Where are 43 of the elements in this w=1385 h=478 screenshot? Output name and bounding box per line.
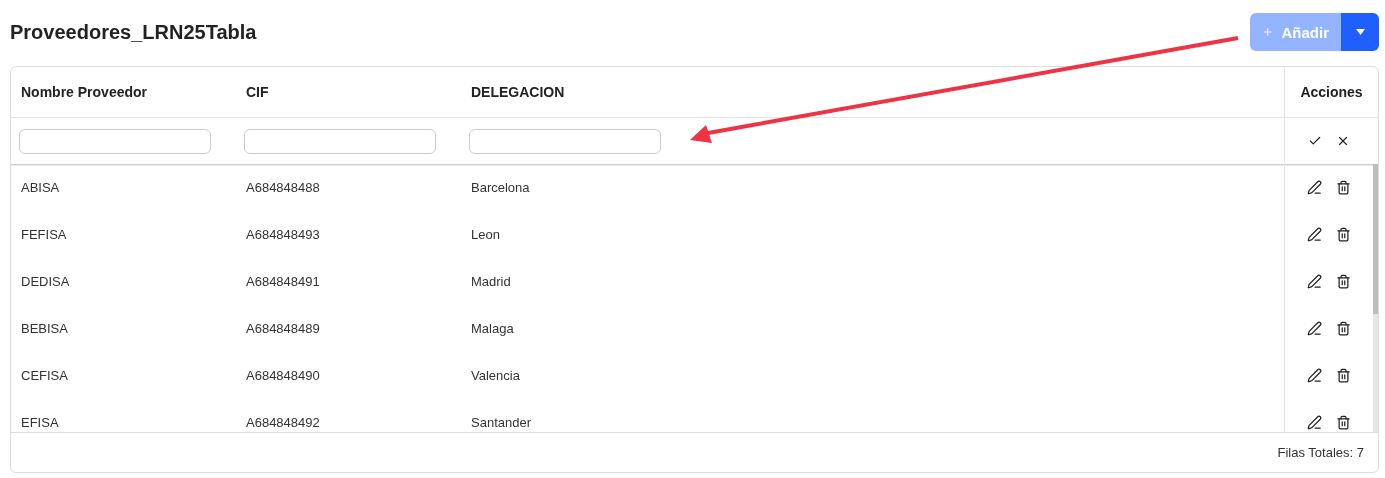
column-header: Nombre Proveedor xyxy=(21,84,148,100)
edit-icon[interactable] xyxy=(1306,415,1322,430)
table-cell: DEDISA xyxy=(21,274,70,289)
table-cell: Madrid xyxy=(471,274,511,289)
edit-icon[interactable] xyxy=(1306,321,1322,336)
edit-icon[interactable] xyxy=(1306,180,1322,195)
column-header: DELEGACION xyxy=(471,84,565,100)
table-cell: A684848490 xyxy=(246,368,320,383)
column-header: Acciones xyxy=(1300,84,1363,100)
table-cell: Malaga xyxy=(471,321,514,336)
table-cell: BEBISA xyxy=(21,321,68,336)
table-cell: A684848491 xyxy=(246,274,320,289)
dropdown-button[interactable] xyxy=(1341,13,1379,51)
table-cell: ABISA xyxy=(21,180,60,195)
table-cell: Valencia xyxy=(471,368,520,383)
table-cell: CEFISA xyxy=(21,368,68,383)
row-count: Filas Totales: 7 xyxy=(1277,445,1364,460)
filter-field[interactable] xyxy=(19,128,211,154)
trash-icon[interactable] xyxy=(1335,180,1351,195)
trash-icon[interactable] xyxy=(1335,415,1351,430)
table-cell: FEFISA xyxy=(21,227,67,242)
trash-icon[interactable] xyxy=(1335,227,1351,242)
table-cell: Santander xyxy=(471,415,531,430)
page-title: Proveedores_LRN25Tabla xyxy=(10,20,257,44)
table-cell: Barcelona xyxy=(471,180,530,195)
trash-icon[interactable] xyxy=(1335,321,1351,336)
trash-icon[interactable] xyxy=(1335,368,1351,383)
filter-field[interactable] xyxy=(244,128,436,154)
table-cell: A684848492 xyxy=(246,415,320,430)
table-cell: A684848489 xyxy=(246,321,320,336)
table-cell: Leon xyxy=(471,227,500,242)
edit-icon[interactable] xyxy=(1306,368,1322,383)
edit-icon[interactable] xyxy=(1306,274,1322,289)
column-header: CIF xyxy=(246,84,269,100)
trash-icon[interactable] xyxy=(1335,274,1351,289)
scrollbar[interactable] xyxy=(1373,164,1378,432)
caret-icon xyxy=(1355,29,1365,35)
table-cell: A684848493 xyxy=(246,227,320,242)
edit-icon[interactable] xyxy=(1306,227,1322,242)
filter-field[interactable] xyxy=(469,128,661,154)
table-cell: A684848488 xyxy=(246,180,320,195)
check-icon[interactable] xyxy=(1307,134,1322,148)
table-cell: EFISA xyxy=(21,415,59,430)
